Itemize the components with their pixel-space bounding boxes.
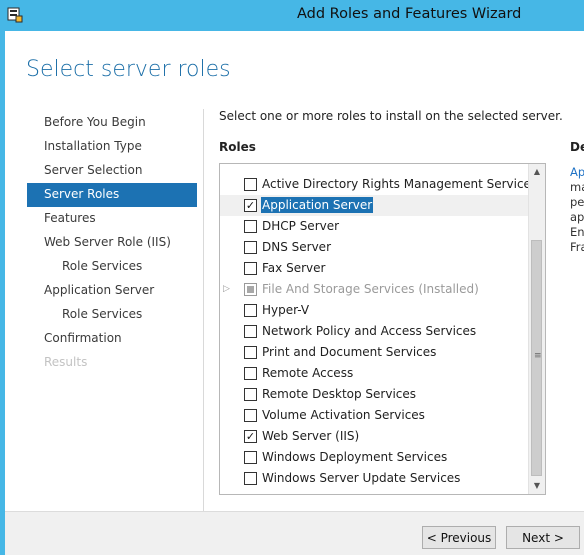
nav-divider	[203, 109, 204, 517]
role-item[interactable]: Fax Server	[220, 258, 528, 279]
nav-item[interactable]: Installation Type	[27, 135, 197, 159]
role-item[interactable]: DNS Server	[220, 237, 528, 258]
role-label: Remote Desktop Services	[262, 387, 417, 401]
grip-icon: ≡	[534, 351, 542, 361]
role-label: DNS Server	[262, 240, 331, 254]
role-item[interactable]: Windows Deployment Services	[220, 447, 528, 468]
scroll-thumb[interactable]: ≡	[531, 240, 542, 476]
scroll-down-icon[interactable]: ▼	[529, 478, 545, 494]
role-item[interactable]: Remote Desktop Services	[220, 384, 528, 405]
checkbox[interactable]	[244, 346, 257, 359]
scroll-up-icon[interactable]: ▲	[529, 164, 545, 180]
role-item[interactable]: ✓ Web Server (IIS)	[220, 426, 528, 447]
wizard-steps-nav: Before You Begin Installation Type Server …	[27, 111, 197, 375]
nav-item[interactable]: Role Services	[27, 303, 197, 327]
instruction-text: Select one or more roles to install on t…	[219, 109, 563, 123]
checkbox[interactable]	[244, 451, 257, 464]
nav-item-label: Confirmation	[44, 331, 122, 345]
wizard-footer: < Previous Next >	[5, 511, 584, 555]
nav-item[interactable]: Role Services	[27, 255, 197, 279]
nav-item-label: Features	[44, 211, 96, 225]
nav-item-label: Results	[44, 355, 88, 369]
role-item[interactable]: Windows Server Update Services	[220, 468, 528, 489]
nav-item-label: Server Selection	[44, 163, 143, 177]
nav-item-label: Role Services	[62, 259, 143, 273]
nav-item[interactable]: Features	[27, 207, 197, 231]
checkbox[interactable]	[244, 367, 257, 380]
role-label: Active Directory Rights Management Servi…	[262, 177, 538, 191]
nav-item-label: Server Roles	[44, 187, 120, 201]
role-label: Volume Activation Services	[262, 408, 425, 422]
role-item[interactable]: ✓ Application Server	[220, 195, 528, 216]
role-label: Application Server	[261, 197, 374, 213]
role-item[interactable]: Hyper-V	[220, 300, 528, 321]
role-label: Hyper-V	[262, 303, 310, 317]
page-title: Select server roles	[26, 57, 231, 82]
nav-item-label: Role Services	[62, 307, 143, 321]
expand-arrow-icon[interactable]: ▷	[223, 284, 230, 294]
checkbox[interactable]	[244, 220, 257, 233]
role-label: DHCP Server	[262, 219, 340, 233]
role-item[interactable]: Active Directory Rights Management Servi…	[220, 174, 537, 195]
server-manager-icon	[7, 7, 23, 23]
description-heading: De	[570, 140, 584, 154]
nav-item-label: Before You Begin	[44, 115, 146, 129]
nav-item-label: Web Server Role (IIS)	[44, 235, 171, 249]
nav-item: Results	[27, 351, 197, 375]
checkbox[interactable]	[244, 304, 257, 317]
role-label: File And Storage Services (Installed)	[262, 282, 479, 296]
roles-scrollbar[interactable]: ▲ ≡ ▼	[528, 164, 545, 494]
description-link[interactable]: Ap	[570, 165, 584, 180]
nav-item[interactable]: Web Server Role (IIS)	[27, 231, 197, 255]
nav-item[interactable]: Server Selection	[27, 159, 197, 183]
checkbox-checked[interactable]: ✓	[244, 199, 257, 212]
previous-button[interactable]: < Previous	[422, 526, 496, 549]
role-label: Print and Document Services	[262, 345, 437, 359]
role-label: Remote Access	[262, 366, 354, 380]
nav-item[interactable]: Before You Begin	[27, 111, 197, 135]
checkbox[interactable]	[244, 409, 257, 422]
nav-item-label: Application Server	[44, 283, 155, 297]
checkbox[interactable]	[244, 472, 257, 485]
role-label: Windows Deployment Services	[262, 450, 448, 464]
role-label: Network Policy and Access Services	[262, 324, 477, 338]
role-label: Fax Server	[262, 261, 326, 275]
title-bar: Add Roles and Features Wizard	[0, 0, 584, 31]
nav-item[interactable]: Confirmation	[27, 327, 197, 351]
role-item[interactable]: ▷ File And Storage Services (Installed)	[220, 279, 528, 300]
role-item[interactable]: DHCP Server	[220, 216, 528, 237]
wizard-body: Select server roles Before You Begin Inst…	[5, 31, 584, 555]
role-item[interactable]: Volume Activation Services	[220, 405, 528, 426]
description-line: app	[570, 210, 584, 224]
nav-item-label: Installation Type	[44, 139, 142, 153]
window-title: Add Roles and Features Wizard	[297, 6, 522, 22]
checkbox[interactable]	[244, 178, 257, 191]
description-line: pe	[570, 195, 584, 209]
description-line: ma	[570, 180, 584, 194]
roles-heading: Roles	[219, 140, 256, 154]
role-label: Web Server (IIS)	[262, 429, 360, 443]
nav-item[interactable]: Application Server	[27, 279, 197, 303]
checkbox-partial[interactable]	[244, 283, 257, 296]
checkbox[interactable]	[244, 325, 257, 338]
checkbox[interactable]	[244, 241, 257, 254]
description-line: Fra	[570, 240, 584, 254]
roles-list[interactable]: Windows Server Update Services Windows De…	[219, 163, 546, 495]
description-line: Ent	[570, 225, 584, 239]
next-button[interactable]: Next >	[506, 526, 580, 549]
nav-item[interactable]: Server Roles	[27, 183, 197, 207]
checkbox[interactable]	[244, 262, 257, 275]
role-item[interactable]: Network Policy and Access Services	[220, 321, 528, 342]
role-label: Windows Server Update Services	[262, 471, 461, 485]
checkbox-checked[interactable]: ✓	[244, 430, 257, 443]
role-item[interactable]: Remote Access	[220, 363, 528, 384]
checkbox[interactable]	[244, 388, 257, 401]
description-text: Ap ma pe app Ent Fra	[570, 165, 584, 255]
role-item[interactable]: Print and Document Services	[220, 342, 528, 363]
